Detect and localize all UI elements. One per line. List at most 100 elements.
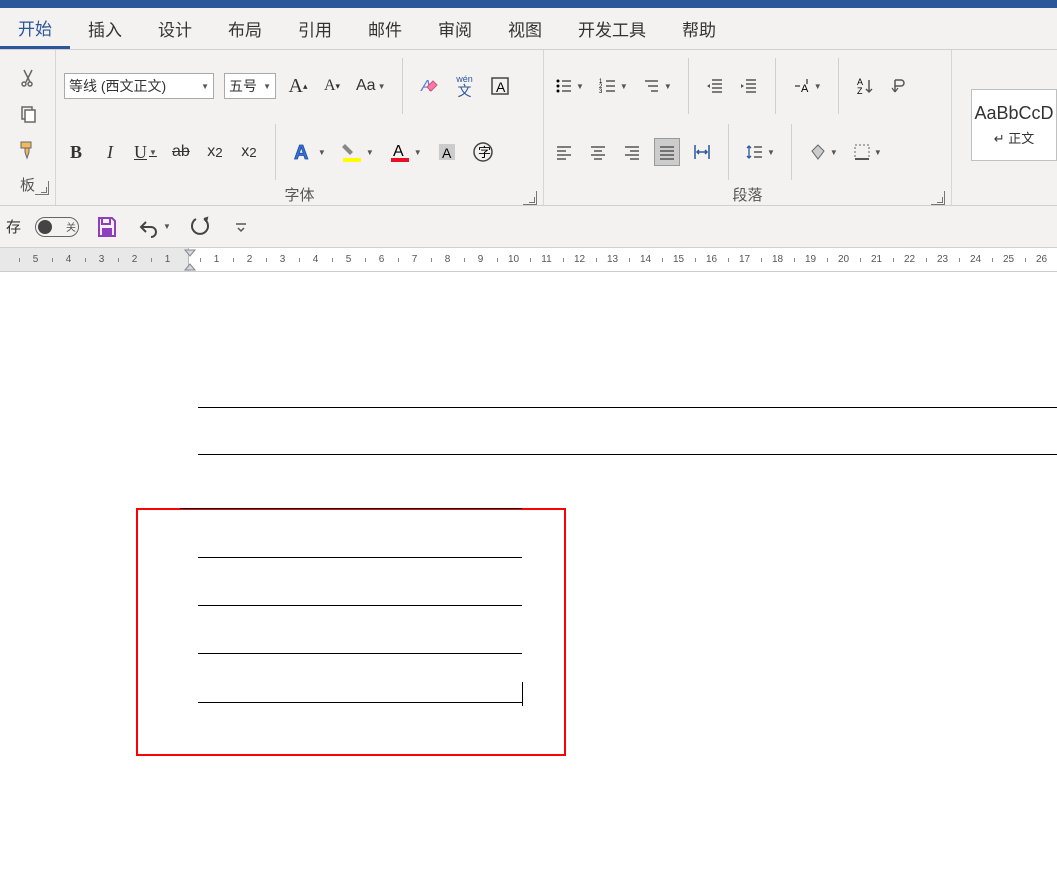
separator (728, 124, 729, 180)
autosave-label: 存 (6, 216, 21, 237)
align-justify-icon[interactable] (654, 138, 680, 166)
annotation-rectangle (136, 508, 566, 756)
chevron-down-icon: ▼ (201, 82, 209, 91)
copy-icon[interactable] (16, 100, 40, 128)
tab-view[interactable]: 视图 (490, 8, 560, 49)
numbering-icon[interactable]: 123▼ (596, 72, 630, 100)
italic-icon[interactable]: I (98, 138, 122, 166)
shrink-font-icon[interactable]: A▾ (320, 72, 344, 100)
underline-line (198, 454, 1057, 455)
shading-icon[interactable]: ▼ (806, 138, 840, 166)
ribbon: 板 等线 (西文正文) ▼ 五号 ▼ A▴ A▾ Aa▼ A (0, 50, 1057, 206)
svg-text:Z: Z (857, 86, 863, 96)
line-spacing-icon[interactable]: ▼ (743, 138, 777, 166)
align-left-icon[interactable] (552, 138, 576, 166)
group-clipboard: 板 (0, 50, 56, 205)
separator (402, 58, 403, 114)
separator (775, 58, 776, 114)
undo-icon[interactable]: ▼ (135, 213, 173, 241)
font-size-value: 五号 (229, 76, 257, 96)
tab-design[interactable]: 设计 (140, 8, 210, 49)
group-clipboard-label: 板 (0, 170, 55, 201)
text-effects-icon[interactable]: A▼ (290, 138, 328, 166)
style-normal[interactable]: AaBbCcD ↵ 正文 (971, 89, 1057, 161)
separator (838, 58, 839, 114)
char-border-icon[interactable]: A (487, 72, 513, 100)
tab-mailings[interactable]: 邮件 (350, 8, 420, 49)
highlight-icon[interactable]: ▼ (338, 138, 376, 166)
strikethrough-icon[interactable]: ab (169, 138, 193, 166)
tab-insert[interactable]: 插入 (70, 8, 140, 49)
style-preview: AaBbCcD (974, 103, 1053, 124)
group-styles-label (952, 191, 1057, 201)
multilevel-list-icon[interactable]: ▼ (640, 72, 674, 100)
document-page[interactable] (0, 272, 1057, 890)
align-right-icon[interactable] (620, 138, 644, 166)
tab-references[interactable]: 引用 (280, 8, 350, 49)
text-cursor (522, 682, 523, 706)
indent-marker-icon[interactable] (184, 248, 196, 272)
svg-text:A: A (801, 83, 809, 95)
svg-text:A: A (442, 145, 452, 161)
sort-icon[interactable]: AZ (853, 72, 877, 100)
tab-help[interactable]: 帮助 (664, 8, 734, 49)
grow-font-icon[interactable]: A▴ (286, 72, 310, 100)
change-case-icon[interactable]: Aa▼ (354, 72, 388, 100)
superscript-icon[interactable]: x2 (237, 138, 261, 166)
quick-access-bar: 存 关 ▼ (0, 206, 1057, 248)
enclose-char-icon[interactable]: 字 (470, 138, 496, 166)
redo-icon[interactable] (187, 213, 215, 241)
underline-line (198, 605, 522, 606)
qat-customize-icon[interactable] (229, 213, 253, 241)
decrease-indent-icon[interactable] (703, 72, 727, 100)
group-font-label: 字体 (56, 180, 543, 211)
svg-text:A: A (393, 143, 404, 160)
phonetic-bottom: 文 (458, 84, 472, 98)
format-painter-icon[interactable] (15, 136, 41, 164)
font-size-combo[interactable]: 五号 ▼ (224, 73, 276, 99)
underline-line (198, 407, 1057, 408)
horizontal-ruler[interactable]: 5 4 3 2 1 1 2 3 4 5 6 7 8 9 10 11 12 13 … (0, 248, 1057, 272)
bold-icon[interactable]: B (64, 138, 88, 166)
clipboard-dialog-launcher-icon[interactable] (35, 181, 49, 195)
separator (791, 124, 792, 180)
svg-text:A: A (496, 79, 506, 95)
group-paragraph-label: 段落 (544, 180, 951, 211)
separator (275, 124, 276, 180)
cut-icon[interactable] (16, 64, 40, 92)
phonetic-guide-icon[interactable]: wén 文 (453, 72, 477, 100)
char-shading-icon[interactable]: A (434, 138, 460, 166)
tab-layout[interactable]: 布局 (210, 8, 280, 49)
underline-icon[interactable]: U▼ (132, 138, 159, 166)
ribbon-tabs: 开始 插入 设计 布局 引用 邮件 审阅 视图 开发工具 帮助 (0, 8, 1057, 50)
align-center-icon[interactable] (586, 138, 610, 166)
font-dialog-launcher-icon[interactable] (523, 191, 537, 205)
font-name-combo[interactable]: 等线 (西文正文) ▼ (64, 73, 214, 99)
underline-line (198, 653, 522, 654)
autosave-toggle[interactable]: 关 (35, 217, 79, 237)
group-paragraph: ▼ 123▼ ▼ A▼ AZ ▼ ▼ (544, 50, 952, 205)
subscript-icon[interactable]: x2 (203, 138, 227, 166)
group-font: 等线 (西文正文) ▼ 五号 ▼ A▴ A▾ Aa▼ A wén 文 (56, 50, 544, 205)
toggle-knob-icon (38, 220, 52, 234)
svg-text:字: 字 (478, 145, 491, 160)
style-name: ↵ 正文 (994, 128, 1035, 147)
svg-text:3: 3 (599, 89, 603, 95)
increase-indent-icon[interactable] (737, 72, 761, 100)
font-color-icon[interactable]: A▼ (386, 138, 424, 166)
toggle-label: 关 (66, 219, 76, 234)
borders-icon[interactable]: ▼ (850, 138, 884, 166)
tab-review[interactable]: 审阅 (420, 8, 490, 49)
underline-line (180, 508, 522, 509)
chevron-down-icon: ▼ (263, 82, 271, 91)
tab-home[interactable]: 开始 (0, 8, 70, 49)
tab-developer[interactable]: 开发工具 (560, 8, 664, 49)
save-icon[interactable] (93, 213, 121, 241)
show-marks-icon[interactable] (887, 72, 911, 100)
ruler-margin-left: 5 4 3 2 1 (0, 248, 189, 271)
distribute-icon[interactable] (690, 138, 714, 166)
clear-format-icon[interactable]: A (417, 72, 443, 100)
bullets-icon[interactable]: ▼ (552, 72, 586, 100)
asian-layout-icon[interactable]: A▼ (790, 72, 824, 100)
paragraph-dialog-launcher-icon[interactable] (931, 191, 945, 205)
